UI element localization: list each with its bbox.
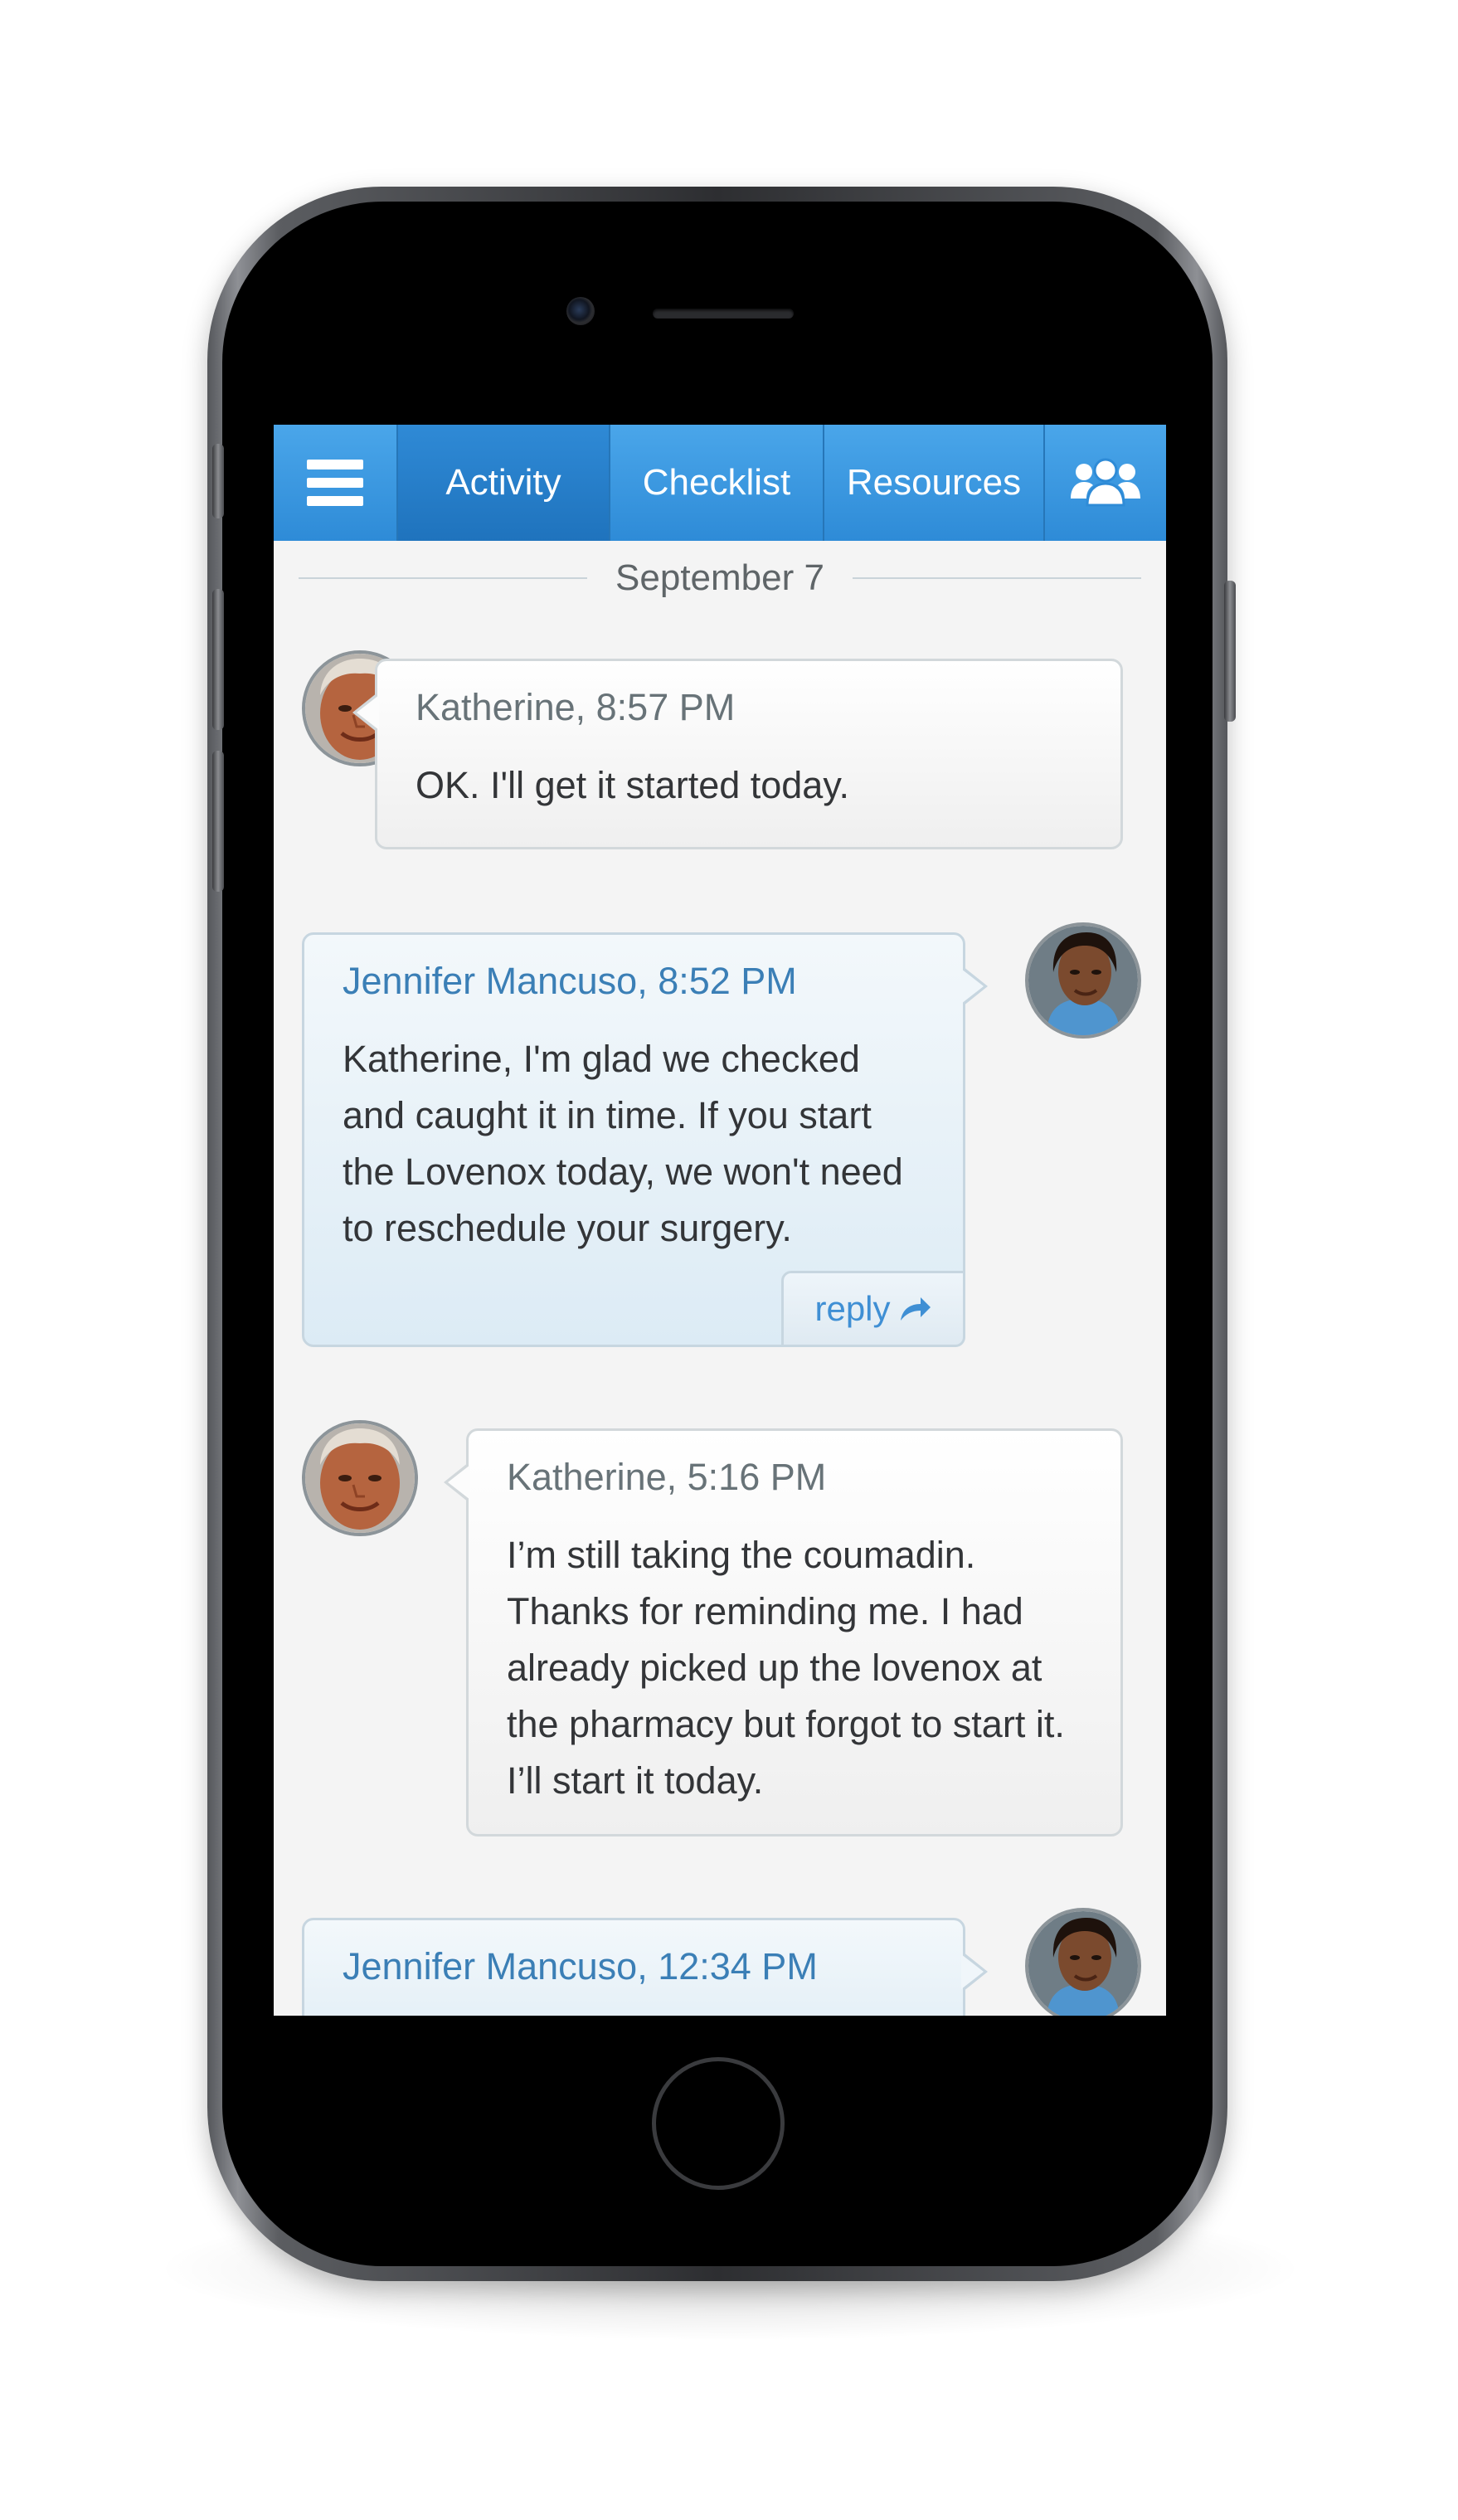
- date-divider: September 7: [299, 541, 1141, 615]
- message-text: I’m still taking the coumadin. Thanks fo…: [507, 1534, 1065, 1802]
- tab-activity-label: Activity: [445, 462, 561, 503]
- group-icon: [1071, 458, 1140, 507]
- front-camera: [566, 297, 595, 325]
- message-text: Katherine, I'm glad we checked and caugh…: [343, 1038, 903, 1249]
- tab-resources[interactable]: Resources: [824, 425, 1045, 541]
- hamburger-menu-icon: [307, 460, 363, 506]
- tab-checklist-label: Checklist: [642, 462, 791, 503]
- reply-arrow-icon: [900, 1297, 931, 1321]
- message-sender: Jennifer Mancuso, 12:34 PM: [343, 1945, 818, 1987]
- jennifer-avatar[interactable]: [1025, 922, 1141, 1039]
- message-sender: Katherine, 5:16 PM: [507, 1456, 827, 1498]
- message-bubble: Katherine, 5:16 PM I’m still taking the …: [444, 1428, 1123, 1836]
- tab-resources-label: Resources: [846, 462, 1022, 503]
- message-bubble: Jennifer Mancuso, 8:52 PM Katherine, I'm…: [302, 932, 988, 1347]
- reply-label: reply: [814, 1289, 891, 1328]
- home-button[interactable]: [652, 2057, 785, 2190]
- divider-line: [299, 577, 588, 579]
- tab-activity[interactable]: Activity: [398, 425, 610, 541]
- mute-switch: [212, 444, 224, 518]
- top-nav-bar: Activity Checklist Resources: [274, 425, 1166, 541]
- menu-button[interactable]: [274, 425, 398, 541]
- divider-line: [852, 577, 1141, 579]
- tab-checklist[interactable]: Checklist: [610, 425, 824, 541]
- message-bubble: Katherine, 8:57 PM OK. I'll get it start…: [352, 659, 1123, 849]
- jennifer-avatar[interactable]: [1025, 1908, 1141, 2016]
- earpiece-speaker: [653, 309, 794, 319]
- message-bubble: Jennifer Mancuso, 12:34 PM: [302, 1918, 988, 2016]
- reply-button[interactable]: reply: [781, 1271, 965, 1347]
- volume-down-button: [212, 751, 224, 892]
- care-team-button[interactable]: [1045, 425, 1166, 541]
- message-text: OK. I'll get it started today.: [416, 764, 849, 806]
- katherine-avatar[interactable]: [302, 1420, 418, 1536]
- message-sender: Jennifer Mancuso, 8:52 PM: [343, 960, 797, 1002]
- message-sender: Katherine, 8:57 PM: [416, 686, 736, 728]
- date-label: September 7: [615, 557, 824, 598]
- power-button: [1224, 581, 1236, 722]
- volume-up-button: [212, 589, 224, 730]
- app-screen: Activity Checklist Resources September 7: [274, 425, 1166, 2016]
